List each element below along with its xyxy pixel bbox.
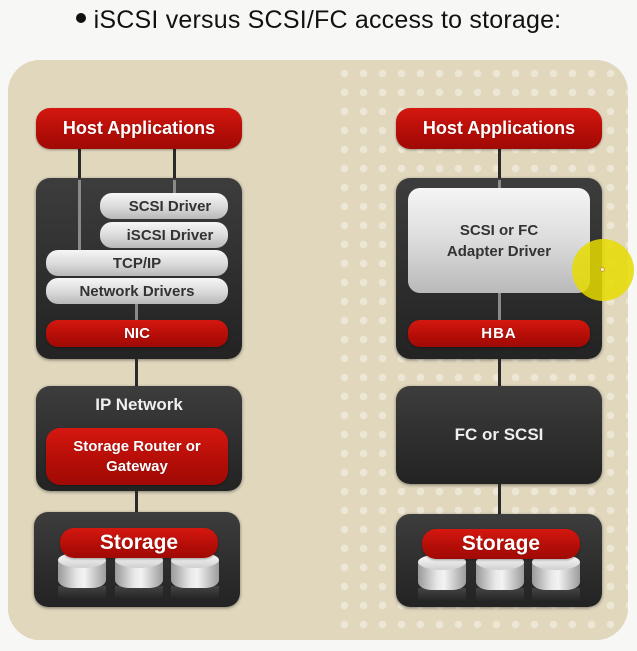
left-host-applications: Host Applications	[36, 108, 242, 149]
iscsi-driver-layer: iSCSI Driver	[100, 222, 228, 248]
ip-network-label: IP Network	[95, 395, 183, 414]
disk-icon	[476, 554, 524, 602]
slide-title-text: iSCSI versus SCSI/FC access to storage:	[93, 6, 562, 34]
fc-or-scsi-label: FC or SCSI	[454, 425, 544, 444]
scsi-driver-layer: SCSI Driver	[100, 193, 228, 219]
mouse-pointer-icon	[600, 267, 605, 272]
iscsi-driver-label: iSCSI Driver	[126, 226, 214, 244]
right-host-applications-label: Host Applications	[422, 118, 576, 138]
disk-icon	[58, 552, 106, 600]
scsi-fc-adapter-driver: SCSI or FC Adapter Driver	[408, 188, 590, 293]
hba-layer: HBA	[408, 320, 590, 347]
connector-line	[498, 484, 501, 516]
network-drivers-label: Network Drivers	[79, 282, 195, 300]
hba-label: HBA	[481, 325, 517, 342]
network-drivers-layer: Network Drivers	[46, 278, 228, 304]
adapter-driver-label-line2: Adapter Driver	[446, 242, 552, 260]
storage-router-gateway: Storage Router or Gateway	[46, 428, 228, 485]
connector-line	[135, 302, 138, 322]
tcp-ip-layer: TCP/IP	[46, 250, 228, 276]
disk-icon	[532, 554, 580, 602]
connector-line	[498, 148, 501, 180]
adapter-driver-label-line1: SCSI or FC	[459, 221, 539, 239]
storage-router-label: Storage Router or Gateway	[73, 437, 201, 475]
connector-line	[498, 359, 501, 387]
slide-title: iSCSI versus SCSI/FC access to storage:	[0, 6, 637, 35]
bullet-icon	[75, 13, 86, 24]
connector-line	[135, 491, 138, 513]
connector-line	[135, 359, 138, 387]
scsi-driver-label: SCSI Driver	[128, 197, 212, 215]
disk-icon	[418, 554, 466, 602]
nic-label: NIC	[124, 325, 150, 342]
left-storage-label-pill: Storage	[60, 528, 218, 558]
right-storage-label: Storage	[461, 532, 541, 555]
tcp-ip-label: TCP/IP	[112, 254, 162, 272]
right-host-applications: Host Applications	[396, 108, 602, 149]
disk-icon	[115, 552, 163, 600]
right-storage-label-pill: Storage	[422, 529, 580, 559]
left-host-applications-label: Host Applications	[62, 118, 216, 138]
nic-layer: NIC	[46, 320, 228, 347]
left-storage-label: Storage	[99, 531, 179, 554]
fc-or-scsi-box: FC or SCSI	[396, 386, 602, 484]
connector-line	[498, 292, 501, 322]
disk-icon	[171, 552, 219, 600]
connector-line	[78, 180, 81, 252]
